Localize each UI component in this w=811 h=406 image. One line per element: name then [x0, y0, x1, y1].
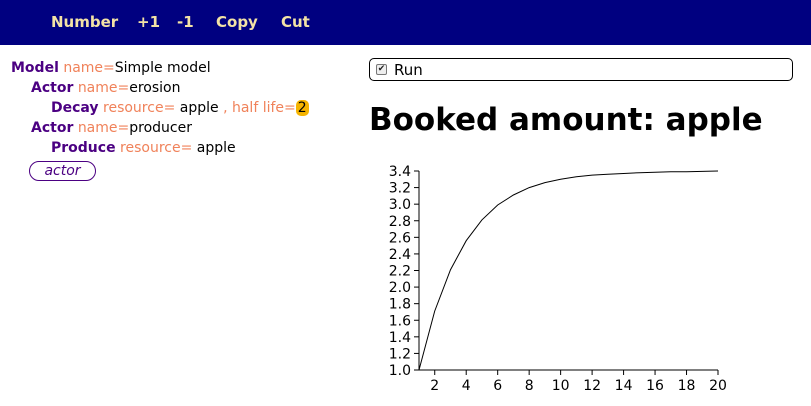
booked-amount-chart: 1.01.21.41.61.82.02.22.42.62.83.03.23.4 2… [389, 164, 727, 394]
x-tick-label: 12 [583, 378, 601, 394]
actor-name-value[interactable]: erosion [129, 80, 180, 96]
model-node[interactable]: Model name=Simple model [11, 58, 211, 78]
run-checkbox[interactable]: ✔ [376, 64, 387, 75]
page-title: Booked amount: apple [369, 102, 763, 138]
y-tick-label: 1.0 [389, 363, 411, 379]
decay-resource-attr: resource= [103, 100, 176, 116]
x-tick-label: 6 [493, 378, 502, 394]
decay-keyword: Decay [51, 100, 99, 116]
x-tick-label: 18 [678, 378, 696, 394]
cut-button[interactable]: Cut [281, 12, 310, 32]
y-tick-label: 1.4 [389, 330, 411, 346]
y-tick-label: 2.6 [389, 230, 411, 246]
x-tick-label: 16 [646, 378, 664, 394]
y-tick-label: 3.2 [389, 181, 411, 197]
actor-name-attr: name= [77, 80, 130, 96]
model-name-value[interactable]: Simple model [115, 60, 211, 76]
y-tick-label: 1.8 [389, 297, 411, 313]
number-button[interactable]: Number [51, 12, 118, 32]
x-tick-label: 14 [615, 378, 633, 394]
run-label: Run [394, 61, 423, 79]
produce-node[interactable]: Produce resource= apple [51, 138, 236, 158]
y-tick-label: 1.2 [389, 346, 411, 362]
actor-keyword: Actor [31, 120, 74, 136]
add-actor-button[interactable]: actor [29, 161, 96, 181]
increment-button[interactable]: +1 [137, 12, 160, 32]
produce-resource-attr: resource= [120, 140, 193, 156]
x-tick-label: 10 [552, 378, 570, 394]
chart-axes: 1.01.21.41.61.82.02.22.42.62.83.03.23.4 2… [389, 164, 727, 394]
x-tick-label: 4 [462, 378, 471, 394]
y-tick-label: 3.0 [389, 197, 411, 213]
decay-resource-value[interactable]: apple [180, 100, 219, 116]
x-tick-label: 20 [709, 378, 727, 394]
y-tick-label: 2.8 [389, 214, 411, 230]
decay-halflife-value[interactable]: 2 [295, 100, 309, 116]
decay-halflife-attr: half life= [231, 100, 296, 116]
chart-plot-area [418, 170, 719, 371]
actor-keyword: Actor [31, 80, 74, 96]
actor-node-producer[interactable]: Actor name=producer [31, 118, 192, 138]
x-tick-label: 8 [525, 378, 534, 394]
x-tick-label: 2 [430, 378, 439, 394]
model-name-attr: name= [63, 60, 115, 76]
copy-button[interactable]: Copy [216, 12, 258, 32]
model-keyword: Model [11, 60, 59, 76]
toolbar: Number +1 -1 Copy Cut [0, 0, 811, 45]
series-line [418, 170, 719, 371]
produce-resource-value[interactable]: apple [197, 140, 236, 156]
y-tick-label: 2.4 [389, 247, 411, 263]
y-tick-label: 3.4 [389, 164, 411, 180]
decay-node[interactable]: Decay resource= apple , half life= 2 [51, 98, 309, 118]
actor-name-attr: name= [77, 120, 130, 136]
run-toggle[interactable]: ✔ Run [369, 58, 793, 81]
decrement-button[interactable]: -1 [177, 12, 194, 32]
actor-node-erosion[interactable]: Actor name=erosion [31, 78, 181, 98]
y-tick-label: 2.0 [389, 280, 411, 296]
produce-keyword: Produce [51, 140, 116, 156]
y-tick-label: 2.2 [389, 264, 411, 280]
actor-name-value[interactable]: producer [129, 120, 192, 136]
y-tick-label: 1.6 [389, 313, 411, 329]
decay-separator: , [223, 100, 228, 116]
